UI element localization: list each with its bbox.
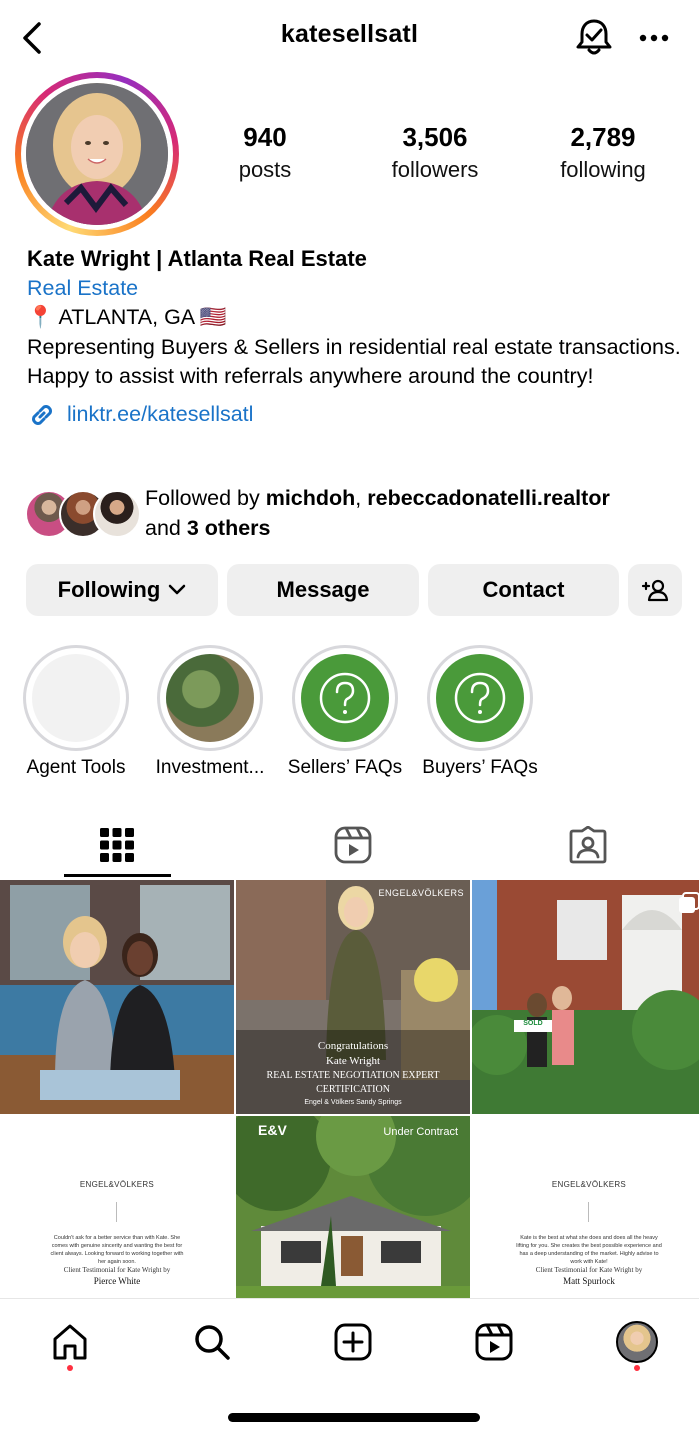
bio-website-link[interactable]: linktr.ee/katesellsatl <box>27 400 687 430</box>
highlight-cover <box>436 654 524 742</box>
followers-count[interactable]: 3,506 followers <box>355 122 515 183</box>
reels-icon <box>475 1323 513 1361</box>
avatar-photo <box>26 83 168 225</box>
tab-tagged[interactable] <box>471 810 699 880</box>
add-post-icon <box>334 1323 372 1361</box>
posts-count[interactable]: 940 posts <box>185 122 345 183</box>
mutual-user-michdoh[interactable]: michdoh <box>266 486 356 510</box>
profile-header: katesellsatl <box>0 0 699 74</box>
bell-check-icon <box>576 19 612 55</box>
search-icon <box>195 1325 230 1360</box>
ellipsis-icon <box>639 34 669 42</box>
grid-post[interactable]: SOLD <box>472 880 699 1114</box>
highlight-investment[interactable]: Investment... <box>140 645 280 779</box>
notification-dot <box>67 1365 73 1371</box>
profile-avatar[interactable] <box>15 72 179 236</box>
mutual-others[interactable]: 3 others <box>187 516 271 540</box>
category-link[interactable]: Real Estate <box>27 274 687 304</box>
notification-dot <box>634 1365 640 1371</box>
suggested-users-button[interactable] <box>628 564 682 616</box>
nav-profile[interactable] <box>612 1317 662 1367</box>
profile-avatar-small <box>616 1321 658 1363</box>
more-options-button[interactable] <box>634 22 674 54</box>
carousel-icon <box>679 892 699 913</box>
link-icon <box>32 404 52 425</box>
profile-bio: Kate Wright | Atlanta Real Estate Real E… <box>27 244 687 430</box>
add-person-icon <box>641 579 669 602</box>
highlight-cover <box>32 654 120 742</box>
tagged-icon <box>569 826 606 864</box>
display-name: Kate Wright | Atlanta Real Estate <box>27 246 367 271</box>
notifications-button[interactable] <box>574 16 614 58</box>
posts-grid: ENGEL&VÖLKERS Congratulations Kate Wrigh… <box>0 880 699 1298</box>
nav-create[interactable] <box>328 1317 378 1367</box>
contact-button[interactable]: Contact <box>428 564 619 616</box>
grid-post[interactable]: ENGEL&VÖLKERS Kate is the best at what s… <box>472 1116 699 1298</box>
grid-icon <box>99 828 134 862</box>
highlight-cover <box>166 654 254 742</box>
followed-by[interactable]: Followed by michdoh, rebeccadonatelli.re… <box>25 484 685 544</box>
grid-post[interactable]: E&V Under Contract <box>236 1116 470 1298</box>
bottom-navigation <box>0 1298 699 1434</box>
bio-text-2: Happy to assist with referrals anywhere … <box>27 364 594 388</box>
nav-reels[interactable] <box>469 1317 519 1367</box>
grid-post[interactable] <box>0 880 234 1114</box>
grid-post[interactable]: ENGEL&VÖLKERS Couldn't ask for a better … <box>0 1116 234 1298</box>
bio-location: 📍 ATLANTA, GA 🇺🇸 <box>27 305 227 329</box>
active-tab-indicator <box>64 874 171 877</box>
tab-posts-grid[interactable] <box>0 810 233 880</box>
home-icon <box>53 1324 87 1360</box>
profile-tabs <box>0 810 699 880</box>
highlight-agent-tools[interactable]: Agent Tools <box>6 645 146 779</box>
highlight-buyers-faqs[interactable]: Buyers’ FAQs <box>410 645 550 779</box>
mutual-avatar <box>93 490 141 538</box>
highlight-sellers-faqs[interactable]: Sellers’ FAQs <box>275 645 415 779</box>
story-highlights: Agent Tools Investment... Sellers’ FAQs <box>0 645 699 785</box>
chevron-down-icon <box>169 584 186 595</box>
question-icon <box>319 672 371 724</box>
nav-home[interactable] <box>45 1317 95 1367</box>
profile-stats: 940 posts 3,506 followers 2,789 followin… <box>190 122 690 192</box>
bio-text-1: Representing Buyers & Sellers in residen… <box>27 334 681 359</box>
home-indicator <box>228 1413 480 1422</box>
following-count[interactable]: 2,789 following <box>523 122 683 183</box>
question-icon <box>454 672 506 724</box>
profile-actions: Following Message Contact <box>26 564 682 616</box>
nav-search[interactable] <box>187 1317 237 1367</box>
following-button[interactable]: Following <box>26 564 218 616</box>
reels-icon <box>334 826 371 864</box>
grid-post[interactable]: ENGEL&VÖLKERS Congratulations Kate Wrigh… <box>236 880 470 1114</box>
mutual-user-rebeccadonatelli[interactable]: rebeccadonatelli.realtor <box>367 486 610 510</box>
tab-reels[interactable] <box>236 810 469 880</box>
highlight-cover <box>301 654 389 742</box>
message-button[interactable]: Message <box>227 564 419 616</box>
